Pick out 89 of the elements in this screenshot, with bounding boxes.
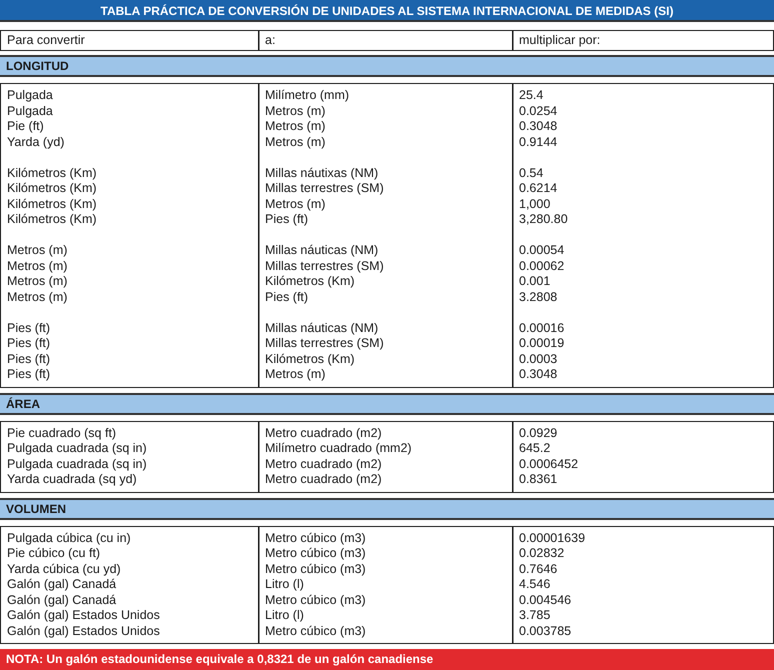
table-cell-text: Galón (gal) Canadá: [6, 577, 118, 592]
table-cell-text: 0.0254: [518, 104, 558, 119]
table-cell-text: 0.00054: [518, 243, 566, 258]
table-cell-text: 0.3048: [518, 367, 558, 382]
table-cell-text: 0.00016: [518, 320, 566, 336]
table-cell-text: Metros (m): [264, 367, 326, 382]
table-cell-text: Metros (m): [264, 134, 326, 150]
table-cell-text: 0.0006452: [518, 456, 580, 472]
table-cell-text: Metro cúbico (m3): [264, 592, 367, 608]
table-cell-text: Pulgada cuadrada (sq in): [6, 441, 148, 456]
table-cell-text: 645.2: [518, 441, 552, 456]
table-cell-text: Pies (ft): [264, 212, 310, 228]
section-heading: VOLUMEN: [0, 498, 774, 520]
table-cell-text: Pies (ft): [264, 290, 310, 305]
table-cell-text: Litro (l): [264, 577, 305, 592]
table-cell-text: 0.001: [518, 274, 552, 290]
table-cell-text: 0.00062: [518, 258, 566, 274]
table-cell-text: Yarda cuadrada (sq yd): [6, 472, 138, 488]
table-cell-text: 0.3048: [518, 119, 558, 134]
table-cell-text: Metro cúbico (m3): [264, 530, 367, 546]
table-cell-text: Millas terrestres (SM): [264, 181, 385, 196]
table-cell-text: 0.00001639: [518, 530, 586, 546]
table-cell-text: 1,000: [518, 196, 552, 212]
column-header: Para convertir: [6, 32, 86, 49]
table-cell-text: Kilómetros (Km): [6, 166, 98, 181]
table-cell-text: Kilómetros (Km): [6, 212, 98, 228]
table-cell-text: Galón (gal) Estados Unidos: [6, 608, 161, 624]
table-cell-text: 0.004546: [518, 592, 572, 608]
table-cell-text: 0.02832: [518, 546, 566, 562]
table-cell-text: 0.8361: [518, 472, 558, 488]
table-cell-text: 0.003785: [518, 624, 572, 639]
table-cell-text: 0.6214: [518, 181, 558, 196]
table-cell-text: Galón (gal) Canadá: [6, 592, 118, 608]
table-cell-text: 25.4: [518, 88, 544, 104]
table-cell-text: Metro cuadrado (m2): [264, 456, 383, 472]
table-cell-text: Pies (ft): [6, 352, 52, 367]
column-header: a:: [264, 32, 276, 49]
table-cell-text: Yarda cúbica (cu yd): [6, 562, 122, 577]
section-heading: LONGITUD: [0, 55, 774, 77]
table-cell-text: Pie cuadrado (sq ft): [6, 426, 118, 441]
table-cell-text: Metro cúbico (m3): [264, 624, 367, 639]
table-cell-text: Metros (m): [6, 258, 68, 274]
table-cell-text: Metro cúbico (m3): [264, 546, 367, 562]
table-cell-text: Metros (m): [6, 290, 68, 305]
table-cell-text: Millas náuticas (NM): [264, 320, 380, 336]
table-cell-text: 0.0003: [518, 352, 558, 367]
table-cell-text: Milímetro cuadrado (mm2): [264, 441, 413, 456]
table-title: TABLA PRÁCTICA DE CONVERSIÓN DE UNIDADES AL SISTEMA INTERNACIONAL DE MEDIDAS (SI): [0, 0, 774, 22]
table-cell-text: Kilómetros (Km): [6, 196, 98, 212]
table-cell-text: Kilómetros (Km): [264, 274, 356, 290]
table-cell-text: Pie (ft): [6, 119, 45, 134]
table-cell-text: 3.785: [518, 608, 552, 624]
table-cell-text: Millas náutixas (NM): [264, 166, 380, 181]
table-cell-text: Pies (ft): [6, 367, 52, 382]
table-cell-text: Metro cuadrado (m2): [264, 426, 383, 441]
table-cell-text: Millas terrestres (SM): [264, 336, 385, 352]
table-cell-text: Milímetro (mm): [264, 88, 350, 104]
table-cell-text: Metros (m): [6, 243, 68, 258]
column-header: multiplicar por:: [518, 32, 602, 49]
table-cell-text: Pulgada: [6, 104, 54, 119]
table-cell-text: Pulgada cúbica (cu in): [6, 530, 132, 546]
table-cell-text: Millas terrestres (SM): [264, 258, 385, 274]
table-cell-text: Kilómetros (Km): [6, 181, 98, 196]
table-cell-text: Yarda (yd): [6, 134, 66, 150]
table-cell-text: 0.0929: [518, 426, 558, 441]
table-cell-text: Litro (l): [264, 608, 305, 624]
table-cell-text: 3,280.80: [518, 212, 569, 228]
table-cell-text: Metros (m): [264, 104, 326, 119]
table-cell-text: Metro cuadrado (m2): [264, 472, 383, 488]
table-cell-text: Pulgada cuadrada (sq in): [6, 456, 148, 472]
table-cell-text: Pie cúbico (cu ft): [6, 546, 102, 562]
table-cell-text: Metros (m): [264, 119, 326, 134]
table-cell-text: Metro cúbico (m3): [264, 562, 367, 577]
table-cell-text: 4.546: [518, 577, 552, 592]
table-cell-text: Kilómetros (Km): [264, 352, 356, 367]
table-cell-text: Millas náuticas (NM): [264, 243, 380, 258]
table-cell-text: Pies (ft): [6, 336, 52, 352]
table-cell-text: 0.00019: [518, 336, 566, 352]
table-cell-text: Galón (gal) Estados Unidos: [6, 624, 161, 639]
table-cell-text: Pies (ft): [6, 320, 52, 336]
table-cell-text: 0.9144: [518, 134, 558, 150]
table-cell-text: 0.54: [518, 166, 544, 181]
table-cell-text: Pulgada: [6, 88, 54, 104]
table-cell-text: Metros (m): [264, 196, 326, 212]
note-banner: NOTA: Un galón estadounidense equivale a 0,8321 de un galón canadiense: [0, 649, 774, 670]
table-cell-text: Metros (m): [6, 274, 68, 290]
table-cell-text: 3.2808: [518, 290, 558, 305]
section-heading: ÁREA: [0, 392, 774, 414]
table-cell-text: 0.7646: [518, 562, 558, 577]
